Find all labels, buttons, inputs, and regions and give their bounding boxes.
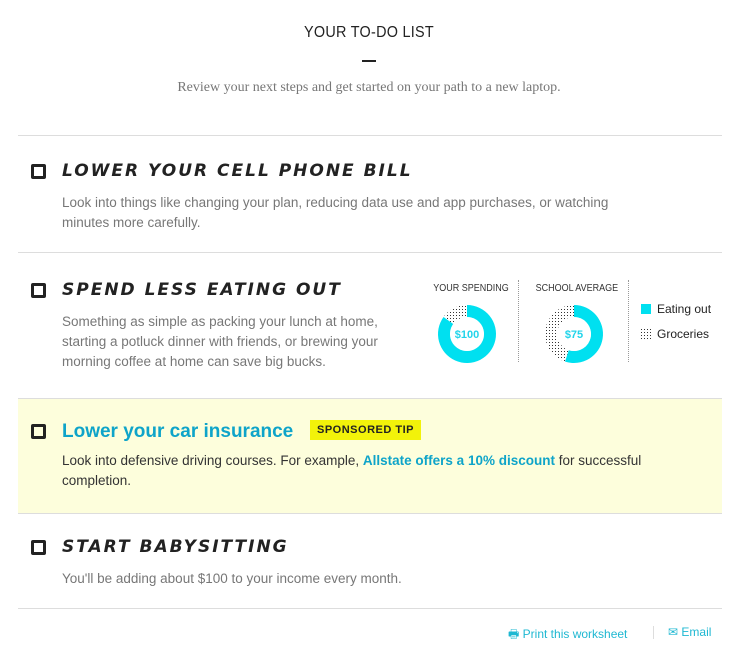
item-title: Lower your cell phone bill <box>62 161 413 181</box>
desc-text: Look into defensive driving courses. For… <box>62 453 363 468</box>
todo-item-cell-phone: Lower your cell phone bill Look into thi… <box>18 135 722 252</box>
item-title: Start babysitting <box>62 537 289 557</box>
allstate-link[interactable]: Allstate offers a 10% discount <box>363 453 555 468</box>
item-description: Something as simple as packing your lunc… <box>62 314 378 369</box>
page-subtitle: Review your next steps and get started o… <box>177 80 561 95</box>
item-description: Look into things like changing your plan… <box>62 195 609 230</box>
legend-swatch-eating-out <box>641 304 651 314</box>
divider <box>518 280 519 362</box>
printer-icon: 🖶 <box>508 627 520 641</box>
envelope-icon: ✉ <box>668 625 679 639</box>
chart-title: YOUR SPENDING <box>433 283 509 294</box>
divider <box>628 280 629 362</box>
email-label: Email <box>681 625 712 639</box>
todo-item-eating-out: Spend less eating out Something as simpl… <box>18 252 722 398</box>
item-title: Lower your car insurance <box>62 421 294 442</box>
legend-swatch-groceries <box>641 329 651 339</box>
legend-label: Eating out <box>657 302 712 316</box>
checkbox[interactable] <box>31 540 46 555</box>
legend-label: Groceries <box>657 327 710 341</box>
page-title: YOUR TO-DO LIST <box>304 24 434 41</box>
todo-item-babysitting: Start babysitting You'll be adding about… <box>18 513 722 608</box>
print-worksheet-link[interactable]: 🖶 Print this worksheet <box>508 625 627 646</box>
item-description: Look into defensive driving courses. For… <box>62 451 642 491</box>
sponsored-badge: SPONSORED TIP <box>310 420 421 440</box>
checkbox[interactable] <box>31 424 46 439</box>
divider <box>653 626 654 639</box>
item-description: You'll be adding about $100 to your inco… <box>62 571 402 586</box>
item-title: Spend less eating out <box>62 280 342 300</box>
checkbox[interactable] <box>31 283 46 298</box>
print-label: Print this worksheet <box>522 627 628 641</box>
header: YOUR TO-DO LIST Review your next steps a… <box>0 0 738 96</box>
divider <box>18 608 722 609</box>
email-link[interactable]: ✉ Email <box>668 625 711 639</box>
title-divider <box>362 60 376 62</box>
checkbox[interactable] <box>31 164 46 179</box>
todo-item-car-insurance: Lower your car insurance SPONSORED TIP L… <box>18 398 722 513</box>
chart-title: SCHOOL AVERAGE <box>535 283 619 294</box>
